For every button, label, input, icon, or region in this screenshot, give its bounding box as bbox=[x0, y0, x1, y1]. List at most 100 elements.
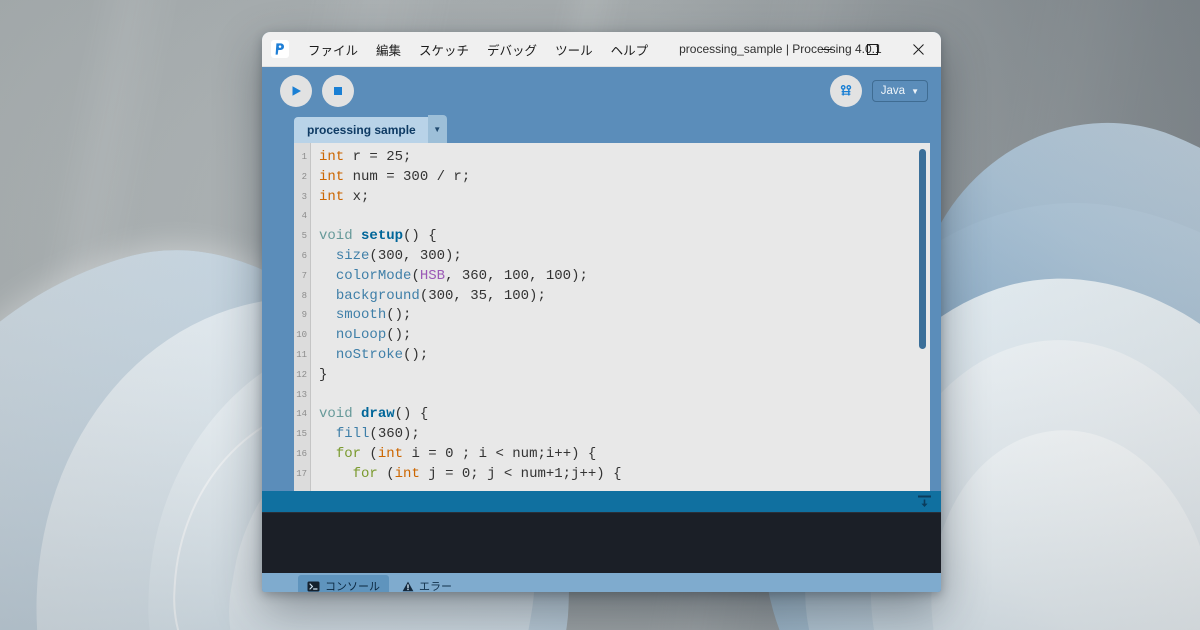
code-token: void bbox=[319, 406, 353, 423]
code-editor[interactable]: 1 2 3 4 5 6 7 8 9 10 11 12 13 14 15 16 17 int r = 25; int… bbox=[294, 143, 930, 491]
code-token: background bbox=[335, 287, 420, 304]
code-token: int bbox=[319, 149, 345, 165]
sketch-tab[interactable]: processing sample bbox=[294, 116, 428, 143]
code-line: int num = 300 / r; bbox=[319, 168, 930, 188]
menu-file[interactable]: ファイル bbox=[299, 36, 367, 63]
errors-tab[interactable]: エラー bbox=[393, 575, 461, 592]
line-number: 16 bbox=[296, 448, 307, 459]
window-controls bbox=[803, 32, 941, 67]
editor-scrollbar-thumb[interactable] bbox=[919, 149, 926, 349]
code-token: (300, 300); bbox=[369, 247, 462, 264]
code-token: (); bbox=[403, 346, 429, 363]
code-line: void draw() { bbox=[319, 405, 930, 425]
code-token: int bbox=[377, 445, 404, 462]
code-token: fill bbox=[335, 426, 370, 443]
line-number: 3 bbox=[301, 191, 307, 202]
code-token: int bbox=[319, 188, 345, 205]
code-token: HSB bbox=[419, 267, 446, 284]
code-line: size(300, 300); bbox=[319, 247, 930, 267]
code-token: (300, 35, 100); bbox=[419, 287, 546, 304]
code-token: num = 300 / r; bbox=[344, 168, 471, 185]
close-button[interactable] bbox=[895, 32, 941, 67]
menu-tools[interactable]: ツール bbox=[546, 36, 602, 63]
code-token: noStroke bbox=[335, 346, 404, 363]
line-number: 5 bbox=[301, 231, 307, 242]
code-token: } bbox=[319, 366, 328, 383]
mode-selector[interactable]: Java ▼ bbox=[871, 80, 928, 102]
line-number: 11 bbox=[296, 349, 307, 360]
line-number: 4 bbox=[301, 211, 307, 222]
console-tabbar: コンソール エラー bbox=[262, 573, 941, 592]
code-line: int r = 25; bbox=[319, 148, 930, 168]
ide-toolbar: Java ▼ bbox=[262, 67, 941, 115]
console-tab-label: コンソール bbox=[325, 581, 380, 592]
tab-menu-button[interactable]: ▼ bbox=[427, 115, 447, 143]
code-text[interactable]: int r = 25; int num = 300 / r; int x; void … bbox=[311, 143, 930, 491]
editor-region: 1 2 3 4 5 6 7 8 9 10 11 12 13 14 15 16 17 int r = 25; int… bbox=[262, 143, 941, 491]
editor-scrollbar[interactable] bbox=[917, 147, 928, 487]
console-output[interactable] bbox=[262, 512, 941, 573]
line-number: 9 bbox=[301, 310, 307, 321]
code-token: void bbox=[319, 228, 353, 245]
processing-logo-icon bbox=[267, 36, 293, 62]
minimize-button[interactable] bbox=[803, 32, 849, 67]
code-line: background(300, 35, 100); bbox=[319, 287, 930, 307]
code-line: noStroke(); bbox=[319, 346, 930, 366]
code-token: ( bbox=[361, 445, 378, 462]
debugger-button[interactable] bbox=[829, 75, 862, 107]
line-number: 8 bbox=[301, 290, 307, 301]
run-icon bbox=[292, 86, 301, 96]
menu-help[interactable]: ヘルプ bbox=[602, 36, 658, 63]
code-line: int x; bbox=[319, 188, 930, 208]
maximize-icon bbox=[866, 44, 878, 55]
code-token: ( bbox=[377, 465, 395, 482]
code-line: for (int i = 0 ; i < num;i++) { bbox=[319, 445, 930, 465]
run-button[interactable] bbox=[280, 75, 312, 107]
code-token: (360); bbox=[369, 426, 420, 443]
code-token: r = 25; bbox=[344, 149, 412, 165]
code-token: int bbox=[319, 168, 345, 185]
code-token: x; bbox=[344, 188, 370, 205]
menu-bar: ファイル 編集 スケッチ デバッグ ツール ヘルプ bbox=[299, 36, 657, 63]
code-token: , 360, 100, 100); bbox=[445, 267, 588, 284]
line-number: 13 bbox=[296, 389, 307, 400]
stop-icon bbox=[334, 87, 342, 95]
window-titlebar: ファイル 編集 スケッチ デバッグ ツール ヘルプ processing_sam… bbox=[262, 32, 941, 67]
maximize-button[interactable] bbox=[849, 32, 895, 67]
debugger-icon bbox=[840, 85, 851, 96]
stop-button[interactable] bbox=[322, 75, 354, 107]
menu-debug[interactable]: デバッグ bbox=[478, 36, 546, 63]
code-line: for (int j = 0; j < num+1;j++) { bbox=[319, 465, 930, 485]
line-number: 2 bbox=[301, 171, 307, 182]
close-icon bbox=[912, 44, 924, 55]
code-token: noLoop bbox=[335, 327, 387, 344]
editor-console-divider[interactable] bbox=[262, 491, 941, 512]
code-token: colorMode bbox=[335, 267, 412, 284]
menu-edit[interactable]: 編集 bbox=[367, 36, 410, 63]
code-line: noLoop(); bbox=[319, 326, 930, 346]
collapse-down-icon[interactable] bbox=[917, 494, 932, 509]
line-number: 7 bbox=[301, 270, 307, 281]
code-token: int bbox=[394, 465, 420, 482]
code-token: (); bbox=[386, 307, 412, 324]
code-token: draw bbox=[361, 406, 395, 423]
code-line: void setup() { bbox=[319, 227, 930, 247]
line-number: 14 bbox=[296, 409, 307, 420]
warning-triangle-icon bbox=[402, 581, 414, 592]
menu-sketch[interactable]: スケッチ bbox=[410, 36, 478, 63]
code-token: () { bbox=[394, 406, 429, 423]
line-number: 6 bbox=[301, 250, 307, 261]
code-token: setup bbox=[361, 228, 404, 245]
code-line: colorMode(HSB, 360, 100, 100); bbox=[319, 267, 930, 287]
mode-label: Java bbox=[880, 85, 906, 97]
line-number: 17 bbox=[296, 468, 307, 479]
console-tab[interactable]: コンソール bbox=[298, 575, 389, 592]
